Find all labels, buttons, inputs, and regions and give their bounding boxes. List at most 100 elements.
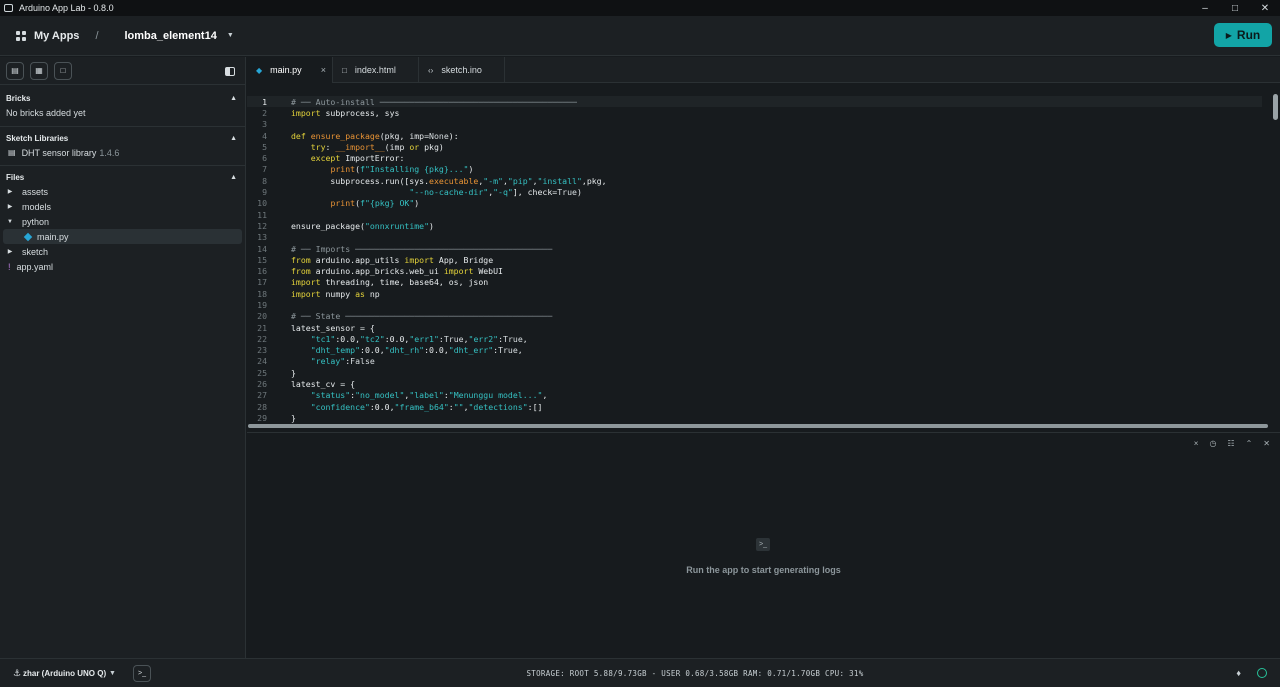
code-line[interactable]: 8 subprocess.run([sys.executable,"-m","p… [247,175,1280,186]
close-window-icon[interactable]: ✕ [1250,0,1280,16]
code-line[interactable]: 28 "confidence":0.0,"frame_b64":"","dete… [247,401,1280,412]
chevron-down-icon[interactable]: ▼ [227,32,234,39]
file-tree-item-python[interactable]: ▼ python [0,214,245,229]
code-line[interactable]: 14 # ── Imports ─────────────────────────… [247,243,1280,254]
files-header[interactable]: Files ▲ [0,170,245,184]
line-text[interactable]: import numpy as np [291,289,380,299]
line-text[interactable]: "tc1":0.0,"tc2":0.0,"err1":True,"err2":T… [291,334,528,344]
code-line[interactable]: 9 "--no-cache-dir","-q"], check=True) [247,186,1280,197]
code-line[interactable]: 15 from arduino.app_utils import App, Bri… [247,254,1280,265]
line-text[interactable]: "relay":False [291,356,375,366]
sketch-libraries-header[interactable]: Sketch Libraries ▲ [0,131,245,145]
tab-sketch-ino[interactable]: ‹› sketch.ino [419,57,505,83]
add-brick-icon[interactable]: ▤ [6,61,24,80]
add-library-icon[interactable]: ▦ [30,61,48,80]
file-tree-item-sketch[interactable]: ▶ sketch [0,244,245,259]
code-line[interactable]: 21 latest_sensor = { [247,322,1280,333]
code-line[interactable]: 27 "status":"no_model","label":"Menunggu… [247,390,1280,401]
line-number: 17 [257,277,267,288]
code-lines[interactable]: 1 # ── Auto-install ─────────────────────… [247,96,1280,424]
bricks-header[interactable]: Bricks ▲ [0,91,245,105]
chevron-up-icon[interactable]: ▲ [230,174,237,181]
vertical-scrollbar[interactable] [1273,94,1278,120]
line-text[interactable]: ensure_package("onnxruntime") [291,221,434,231]
line-text[interactable]: def ensure_package(pkg, imp=None): [291,131,459,141]
new-file-icon[interactable]: □ [54,61,72,80]
status-bar: ⚓ zhar (Arduino UNO Q) ▼ >_ STORAGE: ROO… [0,658,1280,687]
line-text[interactable]: from arduino.app_utils import App, Bridg… [291,255,493,265]
chevron-up-icon[interactable]: ▲ [230,95,237,102]
line-text[interactable]: # ── State ─────────────────────────────… [291,311,552,321]
chevron-up-icon[interactable]: ▲ [230,135,237,142]
code-line[interactable]: 1 # ── Auto-install ─────────────────────… [247,96,1262,108]
line-text[interactable]: } [291,413,296,423]
code-line[interactable]: 24 "relay":False [247,356,1280,367]
close-tab-icon[interactable]: × [321,65,326,75]
code-line[interactable]: 25} [247,367,1280,378]
line-text[interactable]: from arduino.app_bricks.web_ui import We… [291,266,503,276]
chevron-up-icon[interactable]: ⌃ [1246,439,1253,448]
line-text[interactable]: try: __import__(imp or pkg) [291,142,444,152]
network-status-icon[interactable] [1257,668,1267,678]
layout-icon[interactable]: ☷ [1227,439,1234,448]
code-line[interactable]: 5 try: __import__(imp or pkg) [247,141,1280,152]
clock-icon[interactable]: ◷ [1209,439,1216,448]
line-text[interactable]: # ── Auto-install ──────────────────────… [291,97,577,107]
line-text[interactable]: import subprocess, sys [291,108,399,118]
maximize-icon[interactable]: □ [1220,0,1250,16]
line-text[interactable]: latest_sensor = { [291,323,375,333]
line-text[interactable]: except ImportError: [291,153,405,163]
run-button[interactable]: ▶ Run [1214,23,1272,47]
code-line[interactable]: 12 ensure_package("onnxruntime") [247,220,1280,231]
code-line[interactable]: 6 except ImportError: [247,152,1280,163]
code-line[interactable]: 20 # ── State ───────────────────────────… [247,311,1280,322]
code-line[interactable]: 2 import subprocess, sys [247,107,1280,118]
app-name-dropdown[interactable]: lomba_element14 [125,30,217,42]
bell-icon[interactable]: ♦ [1236,668,1241,678]
line-text[interactable]: # ── Imports ───────────────────────────… [291,244,552,254]
file-tree-item-main-py[interactable]: main.py [3,229,242,244]
code-line[interactable]: 4 def ensure_package(pkg, imp=None): [247,130,1280,141]
line-text[interactable]: } [291,368,296,378]
code-line[interactable]: 23 "dht_temp":0.0,"dht_rh":0.0,"dht_err"… [247,345,1280,356]
file-tree-item-app-yaml[interactable]: ! app.yaml [0,259,245,274]
play-icon: ▶ [1225,30,1232,40]
clear-console-icon[interactable]: × [1194,439,1199,448]
minimize-icon[interactable]: – [1190,0,1220,16]
code-line[interactable]: 10 print(f"{pkg} OK") [247,198,1280,209]
code-line[interactable]: 22 "tc1":0.0,"tc2":0.0,"err1":True,"err2… [247,333,1280,344]
line-text[interactable]: latest_cv = { [291,379,355,389]
line-text[interactable]: "--no-cache-dir","-q"], check=True) [291,187,582,197]
sidebar: ▤ ▦ □ Bricks ▲ No bricks added yet Sketc… [0,57,246,658]
code-line[interactable]: 11 [247,209,1280,220]
collapse-sidebar-icon[interactable] [225,67,235,76]
code-line[interactable]: 18 import numpy as np [247,288,1280,299]
code-line[interactable]: 13 [247,232,1280,243]
apps-grid-icon[interactable] [16,30,26,41]
code-line[interactable]: 29} [247,412,1280,423]
library-name: DHT sensor library [21,147,97,158]
file-tree-item-models[interactable]: ▶ models [0,199,245,214]
line-text[interactable]: import threading, time, base64, os, json [291,277,488,287]
tab-main-py[interactable]: ◆ main.py × [247,57,333,83]
line-text[interactable]: print(f"{pkg} OK") [291,198,419,208]
code-editor[interactable]: 1 # ── Auto-install ─────────────────────… [247,84,1280,424]
line-text[interactable]: "confidence":0.0,"frame_b64":"","detecti… [291,402,543,412]
code-line[interactable]: 3 [247,119,1280,130]
library-item[interactable]: ▤ DHT sensor library 1.4.6 [0,145,245,160]
horizontal-scrollbar[interactable] [248,424,1268,428]
window-title: Arduino App Lab - 0.8.0 [19,3,114,13]
close-console-icon[interactable]: ✕ [1263,439,1270,448]
code-line[interactable]: 17 import threading, time, base64, os, js… [247,277,1280,288]
code-line[interactable]: 16 from arduino.app_bricks.web_ui import … [247,265,1280,276]
line-text[interactable]: "dht_temp":0.0,"dht_rh":0.0,"dht_err":Tr… [291,345,523,355]
code-line[interactable]: 26 latest_cv = { [247,378,1280,389]
line-text[interactable]: subprocess.run([sys.executable,"-m","pip… [291,176,606,186]
line-text[interactable]: "status":"no_model","label":"Menunggu mo… [291,390,548,400]
file-tree-item-assets[interactable]: ▶ assets [0,184,245,199]
code-line[interactable]: 7 print(f"Installing {pkg}...") [247,164,1280,175]
code-line[interactable]: 19 [247,299,1280,310]
tab-index-html[interactable]: □ index.html [333,57,419,83]
line-text[interactable]: print(f"Installing {pkg}...") [291,164,473,174]
my-apps-link[interactable]: My Apps [34,30,79,42]
